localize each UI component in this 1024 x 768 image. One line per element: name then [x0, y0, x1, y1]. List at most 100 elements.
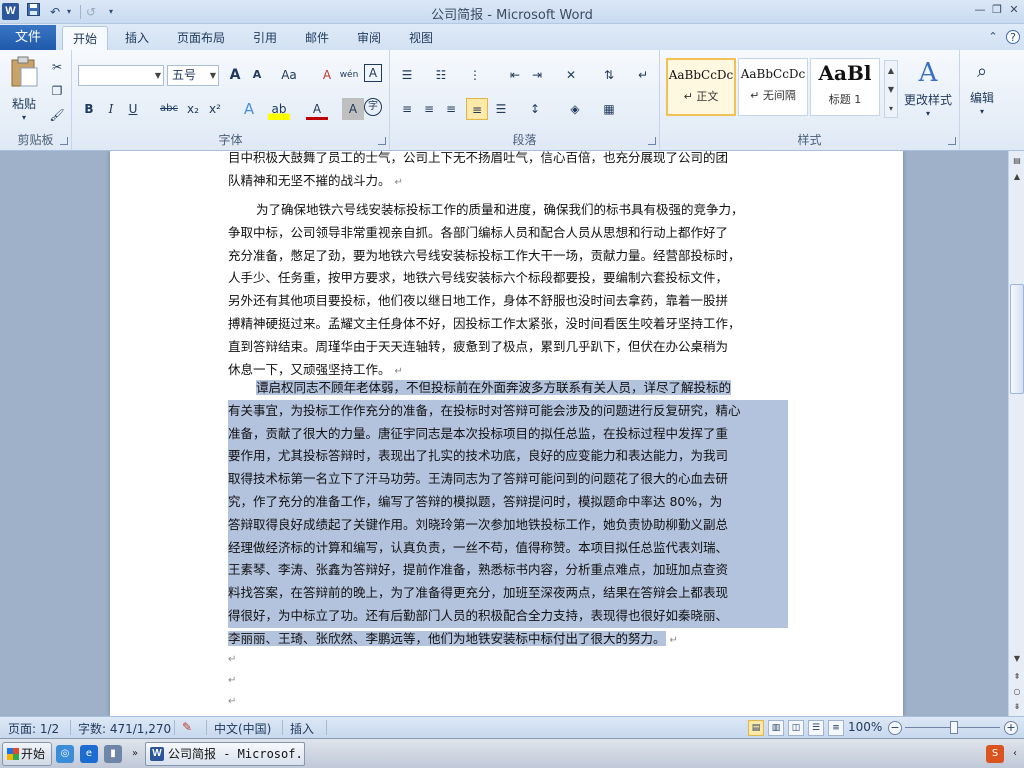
sort-icon[interactable]: ⇅ [598, 64, 620, 86]
superscript-icon[interactable]: x² [204, 98, 226, 120]
scroll-down-icon[interactable]: ▼ [1010, 651, 1024, 667]
font-color-icon[interactable]: A [306, 98, 328, 120]
justify-icon[interactable]: ≡ [466, 98, 488, 120]
more-icon[interactable]: ▾ [885, 99, 897, 118]
copy-icon[interactable]: ❐ [46, 80, 68, 102]
font-size-combo[interactable]: 五号 ▼ [167, 65, 219, 86]
web-layout-view-icon[interactable]: ◫ [788, 720, 804, 736]
character-shading-icon[interactable]: A [342, 98, 364, 120]
help-icon[interactable]: ? [1006, 30, 1020, 44]
tray-app-icon[interactable]: S [986, 745, 1004, 763]
quick-launch-icon[interactable]: ▮ [104, 745, 122, 763]
tab-mailings[interactable]: 邮件 [296, 26, 338, 50]
tray-chevron-icon[interactable]: ‹ [1006, 745, 1024, 763]
change-styles-button[interactable]: A 更改样式 ▾ [900, 56, 956, 120]
tab-references[interactable]: 引用 [244, 26, 286, 50]
subscript-icon[interactable]: x₂ [182, 98, 204, 120]
style-heading-1[interactable]: AaBl 标题 1 [810, 58, 880, 116]
clipboard-dialog-launcher-icon[interactable] [60, 137, 68, 145]
scrollbar-thumb[interactable] [1010, 284, 1024, 394]
enclose-characters-icon[interactable]: 字 [364, 98, 382, 116]
show-marks-icon[interactable]: ↵ [632, 64, 654, 86]
zoom-level[interactable]: 100% [848, 720, 882, 734]
numbering-icon[interactable]: ☷ [430, 64, 452, 86]
align-center-icon[interactable]: ≡ [418, 98, 440, 120]
change-case-icon[interactable]: Aa [276, 64, 302, 86]
cut-icon[interactable]: ✂ [46, 56, 68, 78]
tab-insert[interactable]: 插入 [116, 26, 158, 50]
tab-review[interactable]: 审阅 [348, 26, 390, 50]
multilevel-list-icon[interactable]: ⋮ [464, 64, 486, 86]
outline-view-icon[interactable]: ☰ [808, 720, 824, 736]
zoom-slider-thumb[interactable] [950, 721, 958, 734]
character-border-icon[interactable]: A [364, 64, 382, 82]
distributed-icon[interactable]: ☰ [490, 98, 512, 120]
bullets-icon[interactable]: ☰ [396, 64, 418, 86]
editing-button[interactable]: ⌕ 编辑 ▾ [962, 56, 1002, 120]
vertical-scrollbar[interactable]: ▤ ▲ ▼ ⇞ ○ ⇟ [1008, 151, 1024, 716]
restore-button[interactable]: ❐ [989, 2, 1005, 18]
previous-page-icon[interactable]: ⇞ [1010, 669, 1024, 685]
styles-dialog-launcher-icon[interactable] [948, 137, 956, 145]
align-right-icon[interactable]: ≡ [440, 98, 462, 120]
styles-gallery-scroll[interactable]: ▲ ▼ ▾ [884, 60, 898, 118]
tab-home[interactable]: 开始 [62, 26, 108, 50]
strikethrough-icon[interactable]: abc [158, 98, 180, 120]
format-painter-icon[interactable]: 🖌 [46, 104, 68, 126]
taskbar-item-word[interactable]: W 公司简报 - Microsof... [145, 742, 305, 766]
font-dialog-launcher-icon[interactable] [378, 137, 386, 145]
chevron-right-icon[interactable]: » [126, 745, 144, 763]
style-normal[interactable]: AaBbCcDc ↵ 正文 [666, 58, 736, 116]
phonetic-guide-icon[interactable]: wén [338, 64, 360, 86]
document-page[interactable]: 目中积极大鼓舞了员工的士气，公司上下无不扬眉吐气，信心百倍，也充分展现了公司的团… [110, 151, 903, 716]
zoom-in-icon[interactable]: + [1004, 721, 1018, 735]
chevron-up-icon[interactable]: ▲ [885, 61, 897, 80]
browse-object-icon[interactable]: ○ [1010, 684, 1024, 700]
chinese-layout-icon[interactable]: ✕ [560, 64, 582, 86]
italic-icon[interactable]: I [100, 98, 122, 120]
internet-explorer-icon[interactable]: e [80, 745, 98, 763]
close-button[interactable]: ✕ [1006, 2, 1022, 18]
print-layout-view-icon[interactable]: ▤ [748, 720, 764, 736]
paragraph-1[interactable]: 目中积极大鼓舞了员工的士气，公司上下无不扬眉吐气，信心百倍，也充分展现了公司的团… [228, 151, 788, 193]
align-left-icon[interactable]: ≡ [396, 98, 418, 120]
shrink-font-icon[interactable]: A [246, 64, 268, 86]
document-workspace[interactable]: 目中积极大鼓舞了员工的士气，公司上下无不扬眉吐气，信心百倍，也充分展现了公司的团… [0, 151, 1008, 716]
clear-formatting-icon[interactable]: A [316, 64, 338, 86]
text-effects-icon[interactable]: A [238, 98, 260, 120]
insert-mode[interactable]: 插入 [290, 720, 314, 737]
paste-button[interactable]: 粘贴 ▾ [6, 56, 42, 122]
paragraph-dialog-launcher-icon[interactable] [648, 137, 656, 145]
zoom-out-icon[interactable]: − [888, 721, 902, 735]
full-screen-reading-view-icon[interactable]: ▥ [768, 720, 784, 736]
language-indicator[interactable]: 中文(中国) [214, 720, 271, 737]
font-name-combo[interactable]: ▼ [78, 65, 164, 86]
paragraph-2[interactable]: 为了确保地铁六号线安装标投标工作的质量和进度，确保我们的标书具有极强的竞争力， … [228, 199, 788, 381]
line-spacing-icon[interactable]: ↕ [524, 98, 546, 120]
minimize-button[interactable]: — [972, 2, 988, 18]
borders-icon[interactable]: ▦ [598, 98, 620, 120]
paragraph-3-selected[interactable]: 谭启权同志不顾年老体弱，不但投标前在外面奔波多方联系有关人员，详尽了解投标的 有… [228, 377, 788, 651]
underline-icon[interactable]: U [122, 98, 144, 120]
collapse-ribbon-icon[interactable]: ⌃ [986, 30, 1000, 44]
next-page-icon[interactable]: ⇟ [1010, 699, 1024, 715]
word-count[interactable]: 字数: 471/1,270 [78, 720, 171, 737]
proofing-icon[interactable]: ✎ [182, 720, 192, 734]
show-desktop-icon[interactable]: ◎ [56, 745, 74, 763]
bold-icon[interactable]: B [78, 98, 100, 120]
highlight-icon[interactable]: ab [268, 98, 290, 120]
tab-file[interactable]: 文件 [0, 25, 56, 50]
chevron-down-icon[interactable]: ▼ [885, 80, 897, 99]
grow-font-icon[interactable]: A [224, 64, 246, 86]
shading-icon[interactable]: ◈ [564, 98, 586, 120]
style-no-spacing[interactable]: AaBbCcDc ↵ 无间隔 [738, 58, 808, 116]
page-indicator[interactable]: 页面: 1/2 [8, 720, 59, 737]
draft-view-icon[interactable]: ≡ [828, 720, 844, 736]
tab-view[interactable]: 视图 [400, 26, 442, 50]
decrease-indent-icon[interactable]: ⇤ [504, 64, 526, 86]
tab-page-layout[interactable]: 页面布局 [170, 26, 232, 50]
ruler-toggle-icon[interactable]: ▤ [1010, 153, 1024, 169]
increase-indent-icon[interactable]: ⇥ [526, 64, 548, 86]
scroll-up-icon[interactable]: ▲ [1010, 169, 1024, 185]
start-button[interactable]: 开始 [2, 742, 52, 766]
